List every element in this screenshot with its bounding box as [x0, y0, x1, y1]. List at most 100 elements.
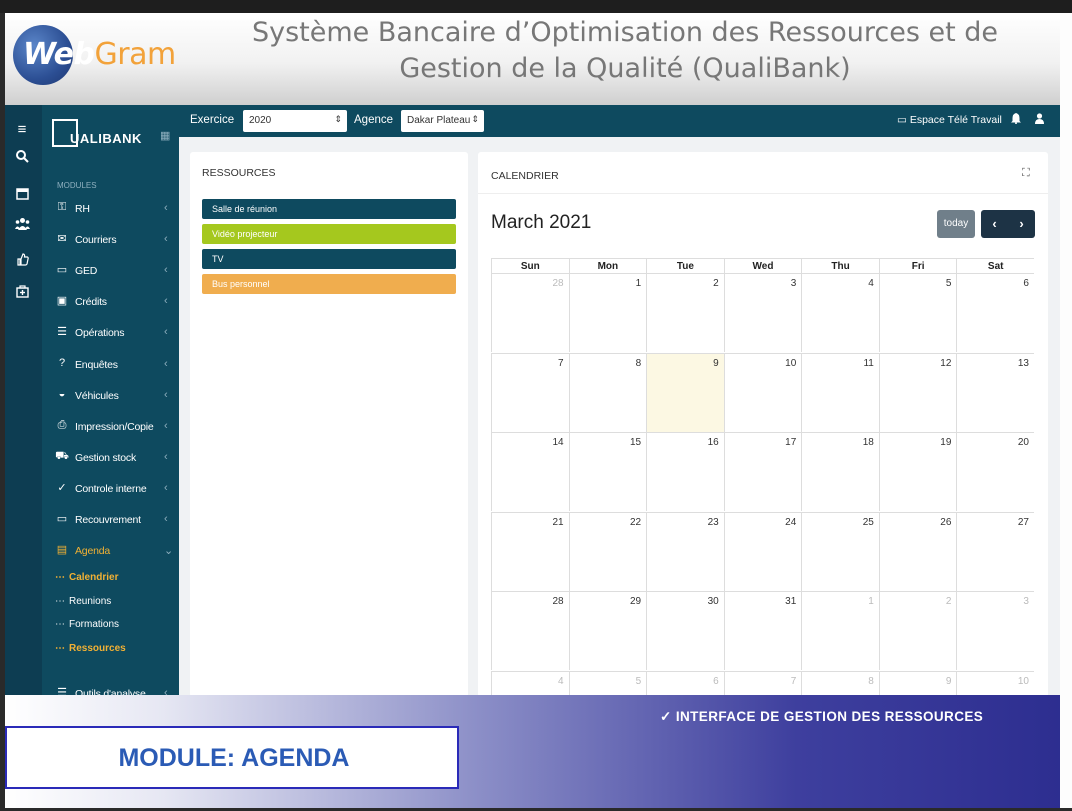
calendar-day[interactable]: 19	[878, 432, 957, 511]
sidebar-item-impression-copie[interactable]: ⎙ Impression/Copie ‹	[42, 412, 179, 442]
resources-title: RESSOURCES	[202, 167, 276, 179]
agence-select[interactable]: Dakar Plateau ⇕	[401, 110, 484, 132]
calendar-day[interactable]: 25	[801, 511, 879, 591]
calendar-day[interactable]: 26	[878, 511, 957, 591]
brand-text: UALIBANK	[70, 131, 142, 146]
calendar-day[interactable]: 12	[878, 352, 957, 432]
sidebar-subitem-reunions[interactable]: ⋯ Reunions	[55, 596, 111, 616]
chevron-left-icon: ‹	[164, 419, 168, 432]
sidebar-subitem-ressources[interactable]: ⋯ Ressources	[55, 643, 126, 663]
sidebar-item-cr-dits[interactable]: ▣ Crédits ‹	[42, 287, 179, 317]
calendar-day[interactable]: 3	[956, 591, 1034, 670]
calendar-icon[interactable]	[13, 187, 31, 205]
day-of-week-header: Wed	[723, 258, 802, 273]
calendar-day-today[interactable]: 9	[646, 352, 724, 432]
calendar-day[interactable]: 13	[956, 352, 1034, 432]
briefcase-plus-icon[interactable]	[13, 285, 31, 303]
resource-item[interactable]: Bus personnel	[202, 274, 456, 294]
resource-item[interactable]: Salle de réunion	[202, 199, 456, 219]
menu-icon[interactable]: ≡	[13, 121, 31, 139]
calendar-day[interactable]: 8	[801, 670, 879, 698]
prev-month-button[interactable]: ‹	[981, 210, 1008, 238]
sidebar-item-label: RH	[75, 203, 90, 215]
sidebar-subitem-label: Ressources	[69, 642, 126, 654]
calendar-day[interactable]: 17	[723, 432, 802, 511]
sidebar-item-v-hicules[interactable]: ◒ Véhicules ‹	[42, 381, 179, 411]
expand-icon[interactable]: ⛶	[1022, 167, 1030, 180]
calendar-day[interactable]: 2	[646, 273, 724, 352]
calendar-day[interactable]: 3	[723, 273, 802, 352]
calendar-day[interactable]: 15	[568, 432, 647, 511]
sidebar-item-label: Véhicules	[75, 389, 119, 402]
calendar-day[interactable]: 1	[801, 591, 879, 670]
calendar-day[interactable]: 8	[568, 352, 647, 432]
bell-icon[interactable]	[1011, 113, 1021, 127]
calendar-day[interactable]: 4	[491, 670, 569, 698]
sidebar-item-recouvrement[interactable]: ▭ Recouvrement ‹	[42, 505, 179, 535]
sidebar-item-agenda[interactable]: ▤ Agenda ⌄	[42, 536, 179, 566]
today-button[interactable]: today	[937, 210, 975, 238]
sidebar-item-label: Controle interne	[75, 482, 147, 495]
car-icon: ◒	[58, 387, 66, 400]
sidebar-item-ged[interactable]: ▭ GED ‹	[42, 256, 179, 286]
telework-link[interactable]: ▭ Espace Télé Travail	[897, 114, 1002, 126]
window-top-edge	[0, 0, 1072, 13]
calendar-day[interactable]: 22	[568, 511, 647, 591]
calendar-day[interactable]: 1	[568, 273, 647, 352]
calendar-day[interactable]: 31	[723, 591, 802, 670]
qualibank-logo: UALIBANK ▦	[52, 117, 172, 157]
calendar-day[interactable]: 2	[878, 591, 957, 670]
calendar-day[interactable]: 30	[646, 591, 724, 670]
thumbs-up-icon[interactable]	[13, 253, 31, 271]
sidebar-item-enqu-tes[interactable]: ? Enquêtes ‹	[42, 350, 179, 380]
folder-icon: ▭	[56, 513, 68, 525]
sidebar-item-rh[interactable]: ⚿ RH ‹	[42, 194, 179, 224]
calendar-day[interactable]: 6	[646, 670, 724, 698]
sidebar-item-courriers[interactable]: ✉ Courriers ‹	[42, 225, 179, 255]
grid-icon[interactable]: ▦	[160, 129, 170, 142]
sidebar-item-outils-analyse[interactable]: ☰ Outils d'analyse ‹	[42, 679, 179, 695]
key-icon: ⚿	[57, 201, 67, 213]
resource-item[interactable]: TV	[202, 249, 456, 269]
calendar-day[interactable]: 10	[723, 352, 802, 432]
next-month-button[interactable]: ›	[1008, 210, 1035, 238]
calendar-day[interactable]: 14	[491, 432, 569, 511]
calendar-day[interactable]: 4	[801, 273, 879, 352]
sidebar-item-op-rations[interactable]: ☰ Opérations ‹	[42, 318, 179, 348]
calendar-day[interactable]: 10	[956, 670, 1034, 698]
sidebar-subitem-calendrier[interactable]: ⋯ Calendrier	[55, 572, 118, 592]
sidebar-item-controle-interne[interactable]: ✓ Controle interne ‹	[42, 474, 179, 504]
calendar-day[interactable]: 23	[646, 511, 724, 591]
agence-value: Dakar Plateau	[407, 115, 471, 126]
calendar-day[interactable]: 28	[491, 591, 569, 670]
calendar-day[interactable]: 5	[568, 670, 647, 698]
banner-title: Système Bancaire d’Optimisation des Ress…	[195, 13, 1055, 87]
calendar-day[interactable]: 5	[878, 273, 957, 352]
sidebar-item-gestion-stock[interactable]: ⛟ Gestion stock ‹	[42, 443, 179, 473]
exercice-select[interactable]: 2020 ⇕	[243, 110, 347, 132]
chevron-left-icon: ‹	[164, 264, 168, 277]
calendar-day[interactable]: 7	[723, 670, 802, 698]
chevron-left-icon: ‹	[164, 450, 168, 463]
search-icon[interactable]	[13, 149, 31, 167]
calendar-day[interactable]: 27	[956, 511, 1034, 591]
banner: WebGram Système Bancaire d’Optimisation …	[5, 13, 1060, 105]
chevron-left-icon: ‹	[164, 295, 168, 308]
calendar-day[interactable]: 6	[956, 273, 1034, 352]
calendar-day[interactable]: 29	[568, 591, 647, 670]
calendar-day[interactable]: 18	[801, 432, 879, 511]
select-caret-icon: ⇕	[334, 114, 342, 124]
banner-title-line2: Gestion de la Qualité (QualiBank)	[399, 53, 851, 84]
calendar-day[interactable]: 11	[801, 352, 879, 432]
sidebar-subitem-formations[interactable]: ⋯ Formations	[55, 619, 119, 639]
calendar-day[interactable]: 9	[878, 670, 957, 698]
calendar-day[interactable]: 20	[956, 432, 1034, 511]
users-icon[interactable]	[13, 217, 31, 235]
user-icon[interactable]	[1035, 113, 1044, 127]
calendar-day[interactable]: 21	[491, 511, 569, 591]
calendar-day[interactable]: 7	[491, 352, 569, 432]
resource-item[interactable]: Vidéo projecteur	[202, 224, 456, 244]
calendar-day[interactable]: 24	[723, 511, 802, 591]
calendar-day[interactable]: 28	[491, 273, 569, 352]
calendar-day[interactable]: 16	[646, 432, 724, 511]
